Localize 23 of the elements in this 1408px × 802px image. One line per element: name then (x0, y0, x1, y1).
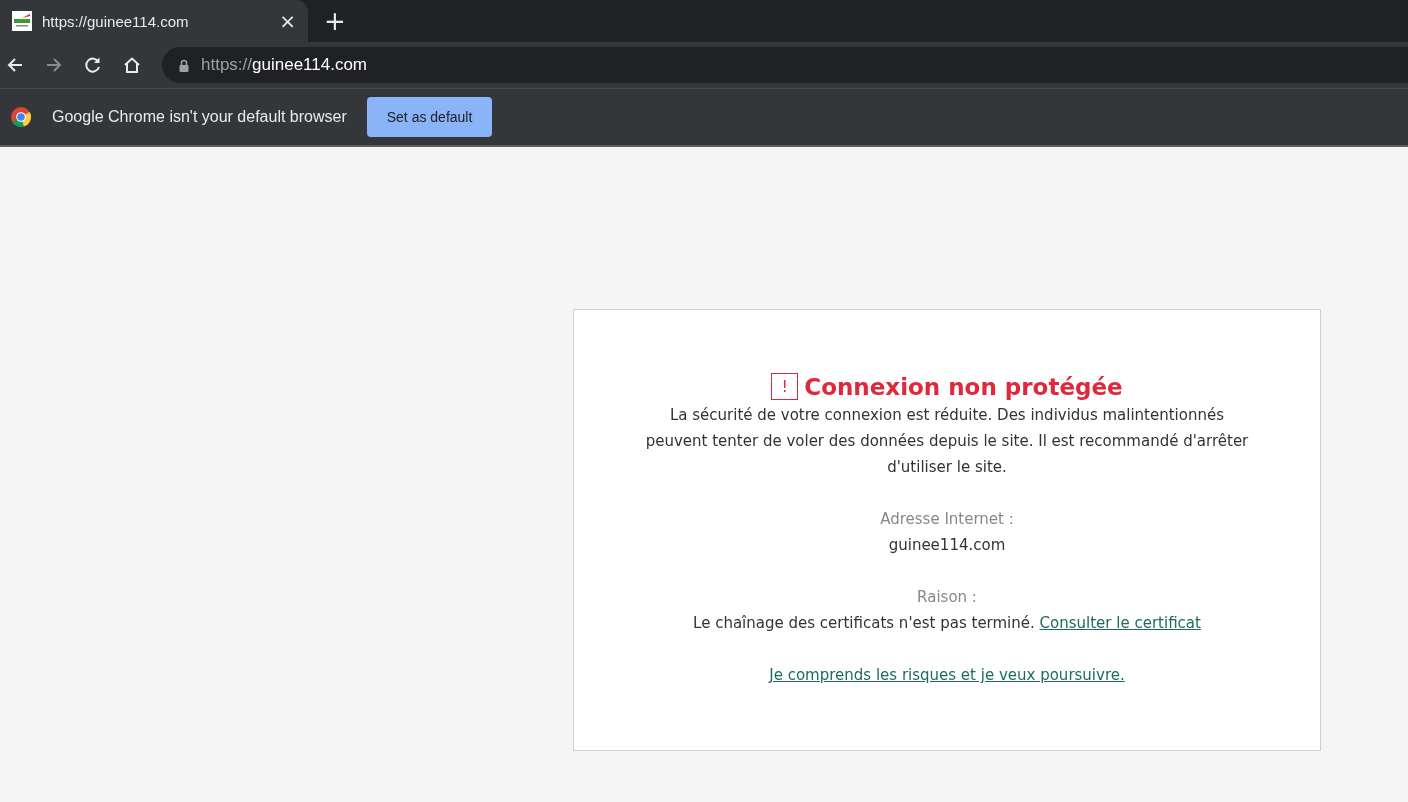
set-as-default-button[interactable]: Set as default (366, 97, 493, 137)
lock-icon (179, 58, 189, 72)
site-address: guinee114.com (888, 535, 1006, 556)
back-icon[interactable] (6, 56, 24, 74)
warning-icon: ! (771, 373, 799, 400)
proceed-link[interactable]: Je comprends les risques et je veux poursuivre. (769, 666, 1125, 684)
reason-text: Le chaînage des certificats n'est pas terminé. (693, 614, 1035, 632)
view-certificate-link[interactable]: Consulter le certificat (1039, 614, 1201, 632)
new-tab-button[interactable]: + (324, 6, 346, 36)
reload-icon[interactable] (84, 56, 102, 74)
address-label: Adresse Internet : (880, 509, 1014, 530)
address-field[interactable]: https://guinee114.com (162, 47, 1408, 83)
browser-tab[interactable]: https://guinee114.com × (0, 0, 308, 42)
reason-label: Raison : (917, 587, 977, 608)
close-tab-button[interactable]: × (277, 9, 298, 33)
home-icon[interactable] (123, 56, 141, 74)
warning-title: Connexion non protégée (804, 373, 1123, 400)
warning-description: La sécurité de votre connexion est réduite. Des individus malintentionnés peuvent tenter de voler des données depuis le site. Il est recommandé d'arrêter d'utiliser le site. (644, 405, 1250, 478)
forward-icon[interactable] (45, 56, 63, 74)
favicon-icon (12, 11, 32, 31)
chrome-logo-icon (10, 106, 32, 128)
default-browser-message: Google Chrome isn't your default browser (52, 108, 347, 126)
tab-title: https://guinee114.com (42, 12, 190, 30)
